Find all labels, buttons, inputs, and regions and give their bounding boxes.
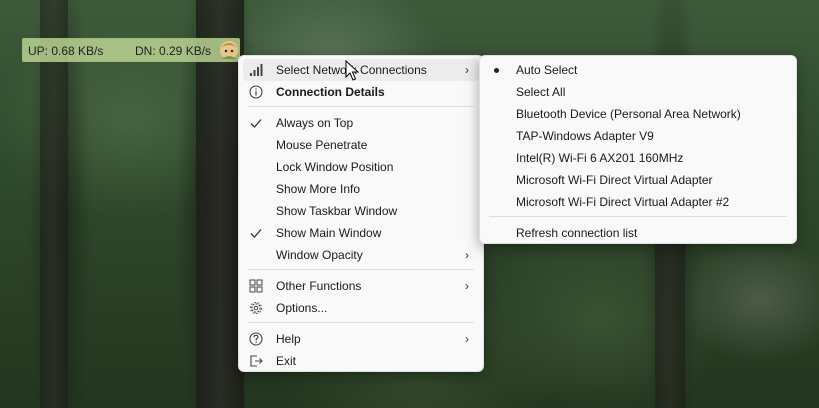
- submenu-item-intel-wifi[interactable]: Intel(R) Wi-Fi 6 AX201 160MHz: [484, 147, 792, 169]
- menu-item-lock-window-position[interactable]: Lock Window Position: [243, 156, 479, 178]
- upload-speed: UP: 0.68 KB/s: [28, 44, 104, 58]
- context-menu: Select Network Connections › Connection …: [238, 55, 484, 372]
- menu-separator: [248, 106, 474, 107]
- submenu-item-ms-wifi-direct[interactable]: Microsoft Wi-Fi Direct Virtual Adapter: [484, 169, 792, 191]
- chevron-right-icon: ›: [465, 63, 469, 77]
- submenu-item-tap-adapter[interactable]: TAP-Windows Adapter V9: [484, 125, 792, 147]
- menu-item-show-more-info[interactable]: Show More Info: [243, 178, 479, 200]
- menu-item-label: Bluetooth Device (Personal Area Network): [516, 107, 741, 121]
- checkmark-icon: [250, 119, 262, 128]
- menu-item-label: Microsoft Wi-Fi Direct Virtual Adapter #…: [516, 195, 730, 209]
- avatar-icon: [220, 41, 238, 59]
- menu-item-label: Show Main Window: [276, 226, 382, 240]
- menu-item-label: Show More Info: [276, 182, 361, 196]
- submenu-item-bluetooth[interactable]: Bluetooth Device (Personal Area Network): [484, 103, 792, 125]
- menu-item-options[interactable]: Options...: [243, 297, 479, 319]
- menu-item-show-taskbar-window[interactable]: Show Taskbar Window: [243, 200, 479, 222]
- download-speed: DN: 0.29 KB/s: [135, 44, 212, 58]
- menu-separator: [248, 269, 474, 270]
- submenu-item-ms-wifi-direct-2[interactable]: Microsoft Wi-Fi Direct Virtual Adapter #…: [484, 191, 792, 213]
- menu-separator: [489, 216, 787, 217]
- menu-item-label: Refresh connection list: [516, 226, 638, 240]
- menu-item-exit[interactable]: Exit: [243, 350, 479, 372]
- chevron-right-icon: ›: [465, 332, 469, 346]
- mouse-cursor-icon: [345, 60, 359, 81]
- menu-item-label: Help: [276, 332, 301, 346]
- submenu-item-refresh[interactable]: Refresh connection list: [484, 222, 792, 244]
- menu-item-always-on-top[interactable]: Always on Top: [243, 112, 479, 134]
- question-icon: [249, 332, 263, 346]
- menu-item-label: Select All: [516, 85, 566, 99]
- speed-widget[interactable]: UP: 0.68 KB/s DN: 0.29 KB/s: [22, 38, 240, 62]
- menu-item-label: Microsoft Wi-Fi Direct Virtual Adapter: [516, 173, 713, 187]
- menu-item-label: Show Taskbar Window: [276, 204, 398, 218]
- menu-item-label: Lock Window Position: [276, 160, 394, 174]
- menu-item-label: TAP-Windows Adapter V9: [516, 129, 654, 143]
- menu-item-help[interactable]: Help ›: [243, 328, 479, 350]
- menu-item-show-main-window[interactable]: Show Main Window: [243, 222, 479, 244]
- menu-item-label: Connection Details: [276, 85, 385, 99]
- exit-icon: [250, 355, 263, 367]
- menu-item-select-network[interactable]: Select Network Connections ›: [243, 59, 479, 81]
- menu-item-mouse-penetrate[interactable]: Mouse Penetrate: [243, 134, 479, 156]
- submenu-item-select-all[interactable]: Select All: [484, 81, 792, 103]
- chevron-right-icon: ›: [465, 248, 469, 262]
- submenu-item-auto-select[interactable]: Auto Select: [484, 59, 792, 81]
- menu-item-label: Exit: [276, 354, 297, 368]
- menu-item-label: Mouse Penetrate: [276, 138, 368, 152]
- menu-item-connection-details[interactable]: Connection Details: [243, 81, 479, 103]
- menu-item-window-opacity[interactable]: Window Opacity ›: [243, 244, 479, 266]
- radio-dot-icon: [494, 68, 499, 73]
- menu-item-label: Intel(R) Wi-Fi 6 AX201 160MHz: [516, 151, 684, 165]
- grid-icon: [249, 279, 263, 293]
- menu-item-label: Window Opacity: [276, 248, 363, 262]
- info-icon: [249, 85, 263, 99]
- menu-item-label: Options...: [276, 301, 328, 315]
- menu-item-label: Always on Top: [276, 116, 354, 130]
- menu-item-label: Other Functions: [276, 279, 362, 293]
- network-connections-submenu: Auto Select Select All Bluetooth Device …: [479, 55, 797, 244]
- signal-bars-icon: [250, 64, 263, 76]
- menu-item-label: Auto Select: [516, 63, 578, 77]
- chevron-right-icon: ›: [465, 279, 469, 293]
- checkmark-icon: [250, 229, 262, 238]
- menu-item-other-functions[interactable]: Other Functions ›: [243, 275, 479, 297]
- gear-icon: [249, 301, 263, 315]
- menu-separator: [248, 322, 474, 323]
